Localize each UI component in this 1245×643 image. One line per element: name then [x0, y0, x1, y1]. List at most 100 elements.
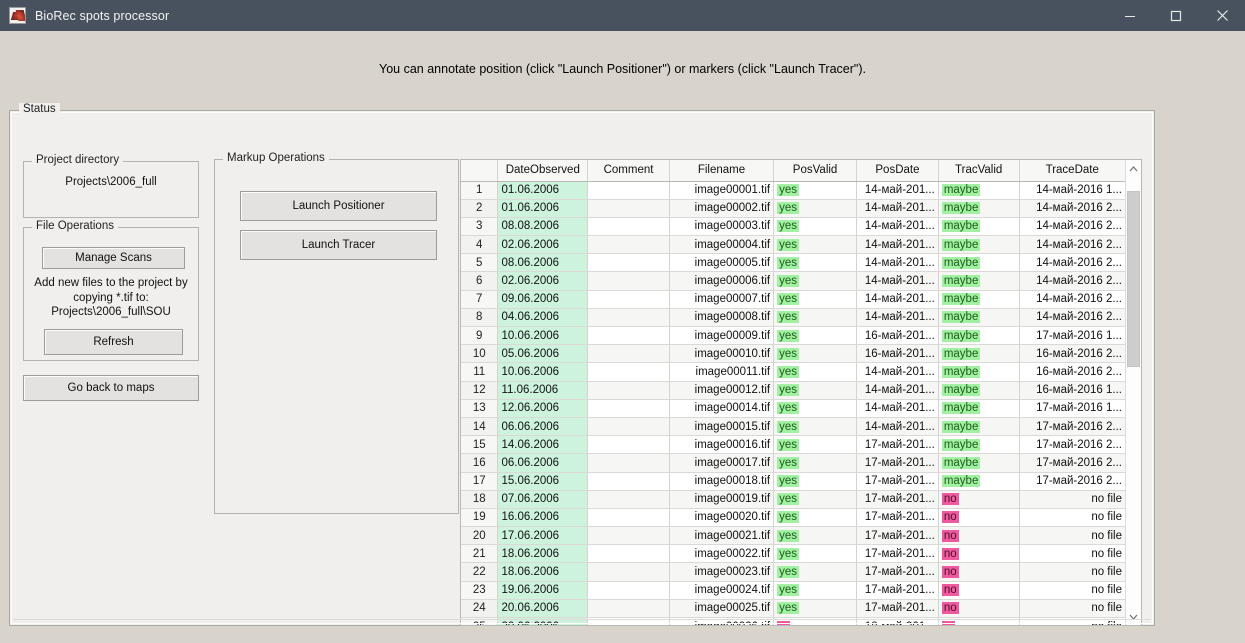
table-row[interactable]: 11 10.06.2006 image00011.tif yes 14-май-201.…: [461, 362, 1126, 382]
maximize-button[interactable]: [1153, 0, 1199, 31]
cell-pos-valid[interactable]: yes: [773, 290, 858, 309]
cell-pos-date[interactable]: 14-май-201...: [856, 235, 939, 255]
cell-trace-date[interactable]: 14-май-2016 2...: [1019, 235, 1126, 255]
cell-pos-date[interactable]: 14-май-201...: [856, 217, 939, 237]
cell-pos-date[interactable]: 17-май-201...: [856, 544, 939, 564]
cell-pos-valid[interactable]: yes: [773, 490, 858, 509]
cell-date-observed[interactable]: 05.06.2006: [497, 344, 589, 364]
cell-date-observed[interactable]: 15.06.2006: [497, 472, 589, 491]
cell-filename[interactable]: image00015.tif: [669, 417, 775, 437]
cell-comment[interactable]: [587, 544, 670, 564]
cell-trac-valid[interactable]: maybe: [938, 181, 1020, 200]
table-row[interactable]: 16 06.06.2006 image00017.tif yes 17-май-201.…: [461, 453, 1126, 473]
cell-filename[interactable]: image00022.tif: [669, 544, 775, 564]
cell-pos-valid[interactable]: yes: [773, 199, 858, 218]
table-row[interactable]: 19 16.06.2006 image00020.tif yes 17-май-201.…: [461, 508, 1126, 528]
cell-trac-valid[interactable]: no: [938, 526, 1020, 546]
cell-date-observed[interactable]: 17.06.2006: [497, 526, 589, 546]
refresh-button[interactable]: Refresh: [44, 329, 183, 355]
cell-date-observed[interactable]: 08.08.2006: [497, 217, 589, 237]
table-column-header-tracvalid[interactable]: TracValid: [938, 160, 1020, 182]
cell-filename[interactable]: image00024.tif: [669, 581, 775, 600]
table-row[interactable]: 2 01.06.2006 image00002.tif yes 14-май-201..…: [461, 199, 1126, 218]
cell-comment[interactable]: [587, 490, 670, 509]
cell-comment[interactable]: [587, 381, 670, 400]
table-row[interactable]: 14 06.06.2006 image00015.tif yes 14-май-201.…: [461, 417, 1126, 437]
cell-filename[interactable]: image00003.tif: [669, 217, 775, 237]
cell-pos-date[interactable]: 14-май-201...: [856, 399, 939, 418]
cell-trac-valid[interactable]: maybe: [938, 253, 1020, 273]
cell-pos-date[interactable]: 17-май-201...: [856, 508, 939, 528]
cell-comment[interactable]: [587, 508, 670, 528]
cell-pos-valid[interactable]: yes: [773, 181, 858, 200]
cell-filename[interactable]: image00002.tif: [669, 199, 775, 218]
cell-trac-valid[interactable]: maybe: [938, 344, 1020, 364]
cell-pos-date[interactable]: 17-май-201...: [856, 581, 939, 600]
cell-pos-valid[interactable]: yes: [773, 217, 858, 237]
cell-trac-valid[interactable]: no: [938, 562, 1020, 582]
cell-date-observed[interactable]: 10.06.2006: [497, 362, 589, 382]
cell-pos-valid[interactable]: yes: [773, 417, 858, 437]
cell-date-observed[interactable]: 18.06.2006: [497, 544, 589, 564]
cell-comment[interactable]: [587, 199, 670, 218]
cell-pos-valid[interactable]: yes: [773, 399, 858, 418]
scrollbar-track[interactable]: [1126, 177, 1141, 608]
table-row[interactable]: 13 12.06.2006 image00014.tif yes 14-май-201.…: [461, 399, 1126, 418]
table-row[interactable]: 17 15.06.2006 image00018.tif yes 17-май-201.…: [461, 472, 1126, 491]
cell-comment[interactable]: [587, 599, 670, 619]
cell-trac-valid[interactable]: no: [938, 581, 1020, 600]
close-button[interactable]: [1199, 0, 1245, 31]
cell-filename[interactable]: image00009.tif: [669, 326, 775, 346]
cell-trace-date[interactable]: no file: [1019, 490, 1126, 509]
cell-pos-valid[interactable]: yes: [773, 362, 858, 382]
cell-pos-date[interactable]: 17-май-201...: [856, 599, 939, 619]
table-row[interactable]: 22 18.06.2006 image00023.tif yes 17-май-201.…: [461, 562, 1126, 582]
cell-pos-valid[interactable]: yes: [773, 581, 858, 600]
cell-comment[interactable]: [587, 344, 670, 364]
cell-trac-valid[interactable]: maybe: [938, 435, 1020, 455]
cell-pos-valid[interactable]: yes: [773, 253, 858, 273]
cell-pos-date[interactable]: 14-май-201...: [856, 362, 939, 382]
table-row[interactable]: 8 04.06.2006 image00008.tif yes 14-май-201..…: [461, 308, 1126, 328]
cell-pos-date[interactable]: 14-май-201...: [856, 271, 939, 291]
cell-trac-valid[interactable]: no: [938, 599, 1020, 619]
cell-pos-valid[interactable]: yes: [773, 381, 858, 400]
cell-comment[interactable]: [587, 181, 670, 200]
scrollbar-thumb[interactable]: [1127, 191, 1140, 367]
cell-pos-date[interactable]: 14-май-201...: [856, 253, 939, 273]
cell-pos-valid[interactable]: yes: [773, 562, 858, 582]
cell-pos-date[interactable]: 14-май-201...: [856, 199, 939, 218]
cell-comment[interactable]: [587, 562, 670, 582]
cell-comment[interactable]: [587, 472, 670, 491]
scans-table[interactable]: DateObserved Comment Filename PosValid PosDa…: [461, 160, 1126, 625]
table-column-header-filename[interactable]: Filename: [669, 160, 775, 182]
table-row[interactable]: 9 10.06.2006 image00009.tif yes 16-май-201..…: [461, 326, 1126, 346]
cell-pos-valid[interactable]: yes: [773, 508, 858, 528]
cell-trace-date[interactable]: 17-май-2016 2...: [1019, 453, 1126, 473]
cell-comment[interactable]: [587, 399, 670, 418]
cell-pos-date[interactable]: 16-май-201...: [856, 344, 939, 364]
table-column-header-tracedate[interactable]: TraceDate: [1019, 160, 1126, 182]
cell-trace-date[interactable]: no file: [1019, 599, 1126, 619]
cell-filename[interactable]: image00005.tif: [669, 253, 775, 273]
cell-pos-valid[interactable]: yes: [773, 599, 858, 619]
cell-pos-valid[interactable]: yes: [773, 235, 858, 255]
table-body[interactable]: 1 01.06.2006 image00001.tif yes 14-май-201..…: [461, 181, 1126, 625]
cell-pos-date[interactable]: 14-май-201...: [856, 417, 939, 437]
cell-pos-valid[interactable]: yes: [773, 326, 858, 346]
cell-date-observed[interactable]: 08.06.2006: [497, 253, 589, 273]
cell-trac-valid[interactable]: maybe: [938, 381, 1020, 400]
cell-trace-date[interactable]: no file: [1019, 562, 1126, 582]
cell-trace-date[interactable]: 14-май-2016 1...: [1019, 181, 1126, 200]
cell-comment[interactable]: [587, 417, 670, 437]
cell-comment[interactable]: [587, 271, 670, 291]
table-row[interactable]: 18 07.06.2006 image00019.tif yes 17-май-201.…: [461, 490, 1126, 509]
table-row[interactable]: 1 01.06.2006 image00001.tif yes 14-май-201..…: [461, 181, 1126, 200]
cell-trac-valid[interactable]: maybe: [938, 199, 1020, 218]
cell-filename[interactable]: image00019.tif: [669, 490, 775, 509]
cell-date-observed[interactable]: 06.06.2006: [497, 453, 589, 473]
table-column-header-rownum[interactable]: [461, 160, 499, 182]
cell-date-observed[interactable]: 11.06.2006: [497, 381, 589, 400]
cell-trac-valid[interactable]: no: [938, 544, 1020, 564]
cell-pos-date[interactable]: 17-май-201...: [856, 490, 939, 509]
